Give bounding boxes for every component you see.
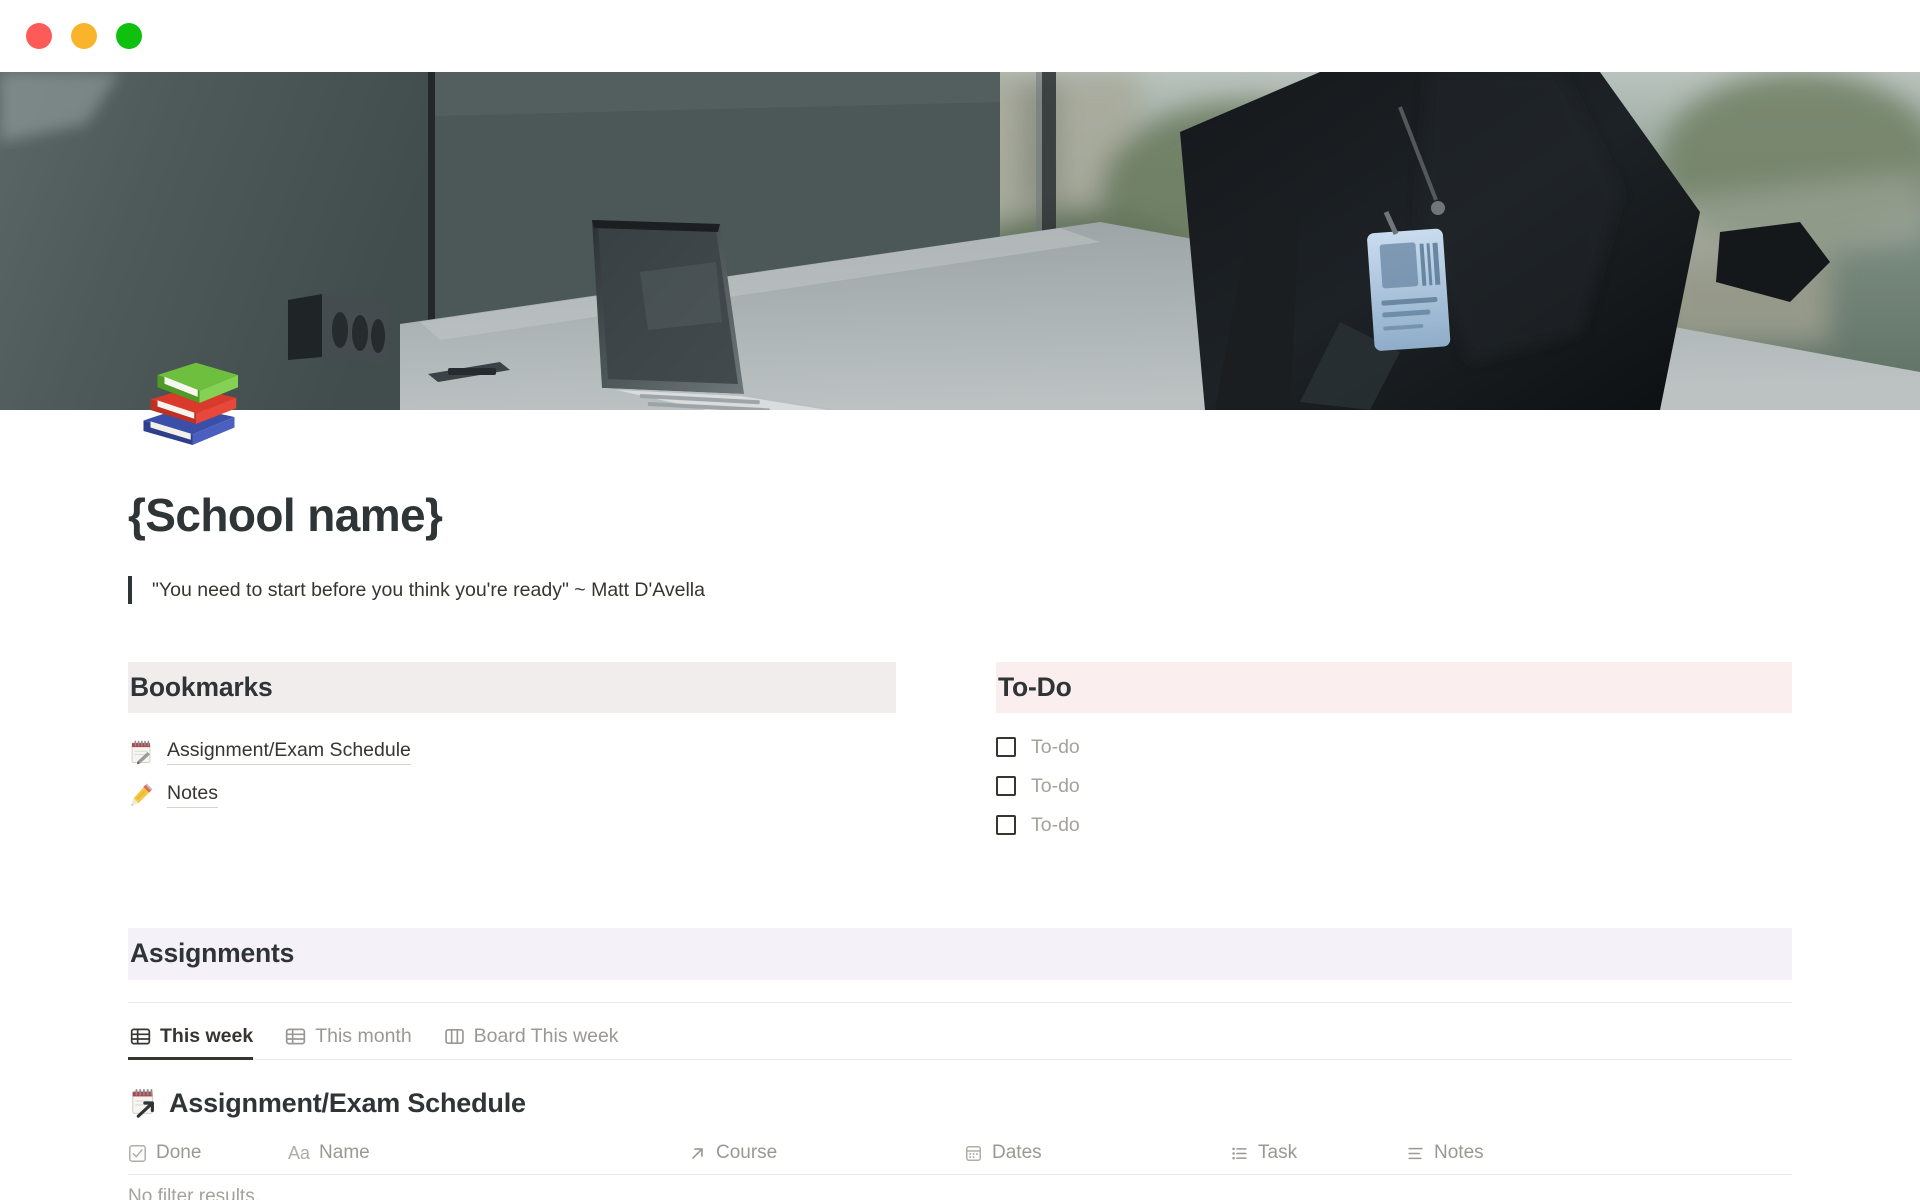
assignments-heading: Assignments bbox=[128, 928, 1792, 980]
column-header-task[interactable]: Task bbox=[1230, 1142, 1406, 1164]
todo-heading: To-Do bbox=[996, 661, 1792, 714]
quote-block[interactable]: "You need to start before you think you'… bbox=[128, 575, 1792, 604]
todo-column: To-Do To-do To-do To-do bbox=[960, 661, 1792, 845]
maximize-window-button[interactable] bbox=[116, 23, 142, 49]
bookmarks-column: Bookmarks Assignment/Exam Schedule Notes bbox=[128, 661, 960, 845]
assignments-section: Assignments This week This month Board T… bbox=[128, 928, 1792, 1200]
bookmark-label: Assignment/Exam Schedule bbox=[167, 738, 411, 766]
tab-label: Board This week bbox=[473, 1024, 619, 1047]
column-header-done[interactable]: Done bbox=[128, 1142, 288, 1164]
column-header-notes[interactable]: Notes bbox=[1406, 1142, 1586, 1164]
todo-label: To-do bbox=[1031, 813, 1080, 836]
tab-board-this-week[interactable]: Board This week bbox=[442, 1021, 633, 1059]
tab-label: This month bbox=[315, 1024, 412, 1047]
todo-label: To-do bbox=[1031, 774, 1080, 797]
todo-list: To-do To-do To-do bbox=[996, 727, 1792, 844]
two-column-layout: Bookmarks Assignment/Exam Schedule Notes… bbox=[128, 661, 1792, 845]
table-icon bbox=[130, 1026, 151, 1047]
column-header-label: Done bbox=[156, 1142, 202, 1164]
column-header-label: Task bbox=[1258, 1142, 1298, 1164]
relation-arrow-icon bbox=[688, 1144, 707, 1163]
todo-checkbox[interactable] bbox=[996, 775, 1016, 796]
tab-this-week[interactable]: This week bbox=[128, 1021, 267, 1061]
column-header-dates[interactable]: Dates bbox=[964, 1142, 1230, 1164]
bookmark-link-notes[interactable]: Notes bbox=[128, 773, 896, 816]
bookmark-link-assignment-exam-schedule[interactable]: Assignment/Exam Schedule bbox=[128, 730, 896, 773]
board-icon bbox=[444, 1026, 465, 1047]
table-icon bbox=[285, 1026, 306, 1047]
column-header-label: Name bbox=[319, 1142, 370, 1164]
assignments-table: Done Aa Name Course Dates Task Notes No … bbox=[128, 1133, 1792, 1200]
tab-label: This week bbox=[160, 1024, 254, 1047]
traffic-light-group bbox=[26, 23, 142, 49]
title-aa-icon: Aa bbox=[288, 1143, 311, 1164]
column-header-label: Notes bbox=[1434, 1142, 1484, 1164]
table-empty-state: No filter results. bbox=[128, 1175, 1792, 1200]
tab-this-month[interactable]: This month bbox=[283, 1021, 425, 1059]
todo-checkbox[interactable] bbox=[996, 736, 1016, 757]
close-window-button[interactable] bbox=[26, 23, 52, 49]
linked-database-title: Assignment/Exam Schedule bbox=[169, 1087, 526, 1118]
todo-checkbox[interactable] bbox=[996, 814, 1016, 835]
database-view-tabs: This week This month Board This week bbox=[128, 1003, 1792, 1061]
todo-label: To-do bbox=[1031, 735, 1080, 758]
checkbox-icon bbox=[128, 1144, 147, 1163]
window-titlebar bbox=[0, 0, 1920, 72]
multiselect-list-icon bbox=[1230, 1144, 1249, 1163]
table-header-row: Done Aa Name Course Dates Task Notes bbox=[128, 1133, 1792, 1175]
bookmarks-heading: Bookmarks bbox=[128, 661, 896, 714]
bookmark-label: Notes bbox=[167, 781, 218, 809]
cover-photo[interactable] bbox=[0, 72, 1920, 410]
page-title[interactable]: {School name} bbox=[128, 480, 1792, 542]
column-header-label: Course bbox=[716, 1142, 778, 1164]
spiral-notepad-link-icon bbox=[128, 1088, 158, 1118]
page-content: {School name} "You need to start before … bbox=[0, 410, 1920, 1200]
column-header-course[interactable]: Course bbox=[688, 1142, 964, 1164]
todo-item[interactable]: To-do bbox=[996, 766, 1792, 805]
column-header-label: Dates bbox=[992, 1142, 1042, 1164]
quote-text: "You need to start before you think you'… bbox=[152, 578, 705, 601]
linked-database-title-row[interactable]: Assignment/Exam Schedule bbox=[128, 1088, 1792, 1119]
calendar-icon bbox=[964, 1144, 983, 1163]
column-header-name[interactable]: Aa Name bbox=[288, 1142, 688, 1164]
todo-item[interactable]: To-do bbox=[996, 805, 1792, 844]
bookmarks-list: Assignment/Exam Schedule Notes bbox=[128, 730, 896, 816]
pencil-icon bbox=[128, 782, 154, 808]
text-lines-icon bbox=[1406, 1144, 1425, 1163]
spiral-notepad-icon bbox=[128, 739, 154, 765]
page-icon-books[interactable] bbox=[133, 340, 245, 452]
minimize-window-button[interactable] bbox=[71, 23, 97, 49]
todo-item[interactable]: To-do bbox=[996, 727, 1792, 766]
